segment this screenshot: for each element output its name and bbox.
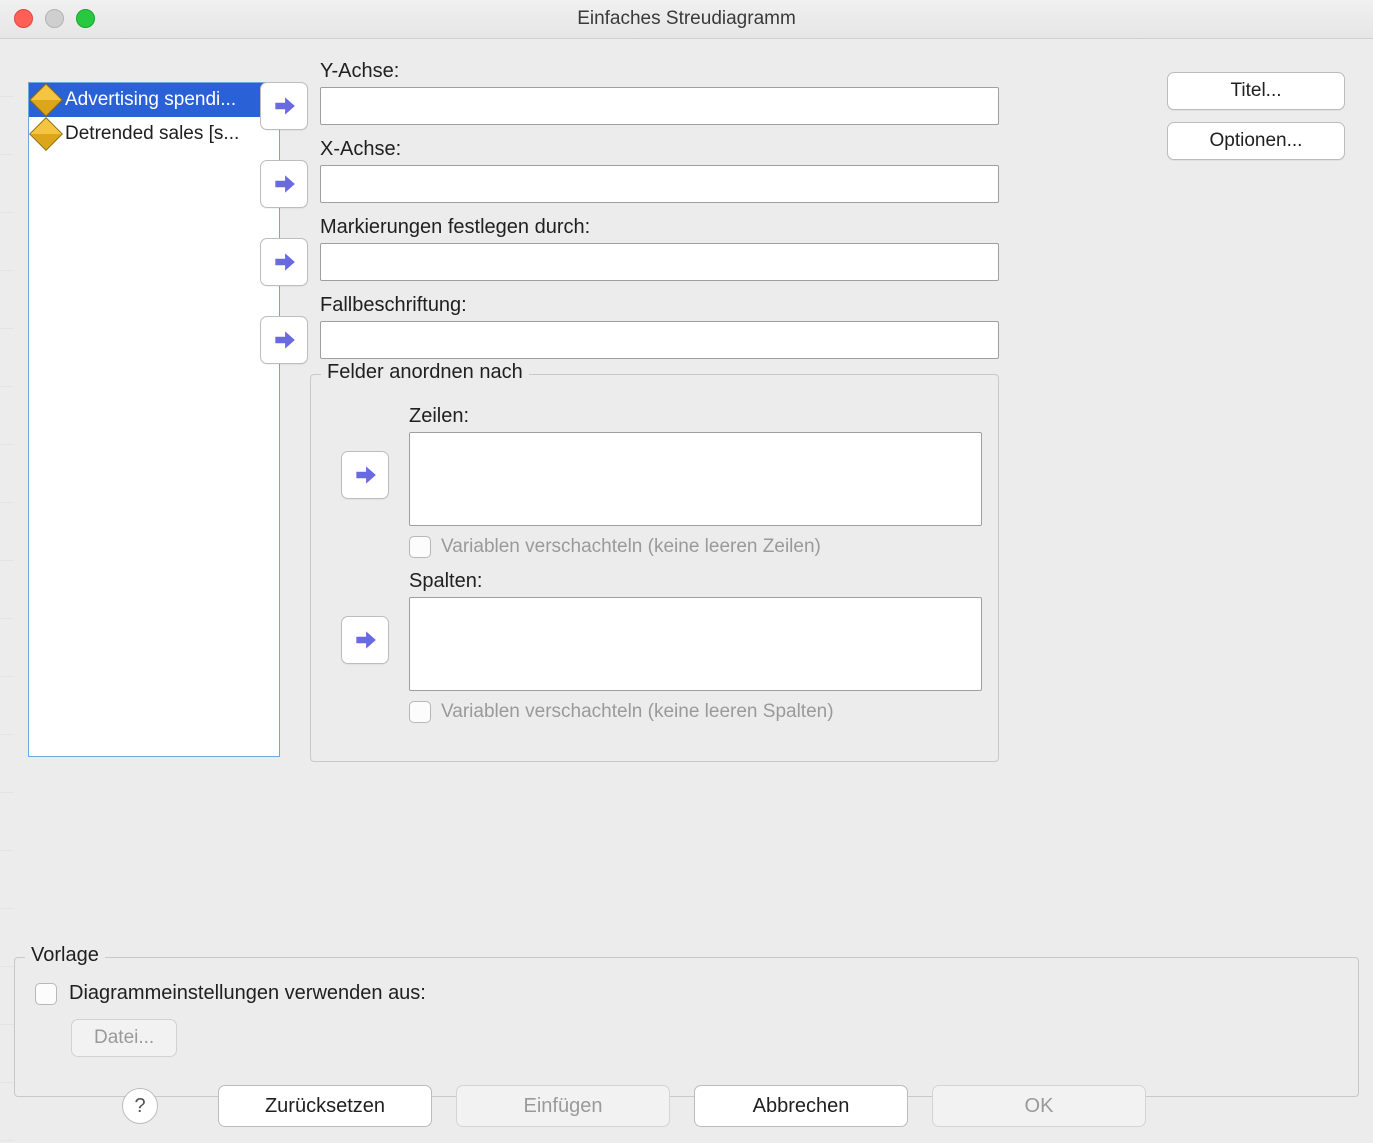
- paste-button-label: Einfügen: [524, 1095, 603, 1118]
- move-to-markers-button[interactable]: [260, 238, 308, 286]
- help-button[interactable]: ?: [122, 1088, 158, 1124]
- cancel-button-label: Abbrechen: [753, 1095, 850, 1118]
- template-file-button-label: Datei...: [94, 1027, 154, 1049]
- case-label-row: Fallbeschriftung:: [320, 294, 999, 359]
- arrow-right-icon: [352, 627, 378, 653]
- background-grid: [0, 38, 14, 1143]
- panel-cols-label: Spalten:: [409, 570, 982, 593]
- y-axis-field[interactable]: [320, 87, 999, 125]
- use-template-checkbox[interactable]: [35, 983, 57, 1005]
- panel-by-group-title: Felder anordnen nach: [321, 361, 529, 384]
- variable-label: Advertising spendi...: [65, 89, 236, 111]
- use-template-row: Diagrammeinstellungen verwenden aus:: [35, 982, 1338, 1005]
- move-to-panel-cols-button[interactable]: [341, 616, 389, 664]
- x-axis-label: X-Achse:: [320, 138, 999, 161]
- window-title: Einfaches Streudiagramm: [577, 8, 796, 29]
- variable-list-item[interactable]: Detrended sales [s...: [29, 117, 279, 151]
- reset-button-label: Zurücksetzen: [265, 1095, 385, 1118]
- arrow-right-icon: [271, 171, 297, 197]
- arrow-right-icon: [271, 93, 297, 119]
- move-to-y-axis-button[interactable]: [260, 82, 308, 130]
- nest-cols-checkbox-row: Variablen verschachteln (keine leeren Sp…: [409, 701, 982, 723]
- scale-variable-icon: [33, 87, 59, 113]
- arrow-right-icon: [352, 462, 378, 488]
- variable-label: Detrended sales [s...: [65, 123, 239, 145]
- variable-list[interactable]: Advertising spendi... Detrended sales [s…: [28, 82, 280, 757]
- move-to-case-label-button[interactable]: [260, 316, 308, 364]
- paste-button: Einfügen: [456, 1085, 670, 1127]
- nest-cols-checkbox: [409, 701, 431, 723]
- zoom-window-icon[interactable]: [76, 9, 95, 28]
- case-label-label: Fallbeschriftung:: [320, 294, 999, 317]
- panel-by-group: Felder anordnen nach Zeilen: Variablen v…: [310, 374, 999, 762]
- window-controls: [14, 9, 95, 28]
- dialog-window: Einfaches Streudiagramm Advertising spen…: [0, 0, 1373, 1143]
- titles-button[interactable]: Titel...: [1167, 72, 1345, 110]
- y-axis-row: Y-Achse:: [320, 60, 999, 125]
- set-markers-field[interactable]: [320, 243, 999, 281]
- scale-variable-icon: [33, 121, 59, 147]
- nest-rows-label: Variablen verschachteln (keine leeren Ze…: [441, 536, 821, 558]
- ok-button-label: OK: [1025, 1095, 1054, 1118]
- reset-button[interactable]: Zurücksetzen: [218, 1085, 432, 1127]
- panel-rows-row: Zeilen: Variablen verschachteln (keine l…: [327, 405, 982, 558]
- ok-button: OK: [932, 1085, 1146, 1127]
- set-markers-label: Markierungen festlegen durch:: [320, 216, 999, 239]
- dialog-button-bar: ? Zurücksetzen Einfügen Abbrechen OK: [0, 1085, 1373, 1127]
- move-to-panel-rows-button[interactable]: [341, 451, 389, 499]
- cancel-button[interactable]: Abbrechen: [694, 1085, 908, 1127]
- options-button[interactable]: Optionen...: [1167, 122, 1345, 160]
- panel-cols-field[interactable]: [409, 597, 982, 691]
- x-axis-row: X-Achse:: [320, 138, 999, 203]
- minimize-window-icon: [45, 9, 64, 28]
- titles-button-label: Titel...: [1230, 80, 1281, 102]
- case-label-field[interactable]: [320, 321, 999, 359]
- content-area: Advertising spendi... Detrended sales [s…: [14, 52, 1359, 927]
- nest-rows-checkbox-row: Variablen verschachteln (keine leeren Ze…: [409, 536, 982, 558]
- move-to-x-axis-button[interactable]: [260, 160, 308, 208]
- arrow-right-icon: [271, 249, 297, 275]
- y-axis-label: Y-Achse:: [320, 60, 999, 83]
- set-markers-row: Markierungen festlegen durch:: [320, 216, 999, 281]
- close-window-icon[interactable]: [14, 9, 33, 28]
- titlebar: Einfaches Streudiagramm: [0, 0, 1373, 39]
- panel-rows-label: Zeilen:: [409, 405, 982, 428]
- template-file-button: Datei...: [71, 1019, 177, 1057]
- template-group: Vorlage Diagrammeinstellungen verwenden …: [14, 957, 1359, 1097]
- help-icon: ?: [134, 1095, 145, 1118]
- template-group-title: Vorlage: [25, 944, 105, 967]
- use-template-label: Diagrammeinstellungen verwenden aus:: [69, 982, 426, 1005]
- options-button-label: Optionen...: [1210, 130, 1303, 152]
- nest-rows-checkbox: [409, 536, 431, 558]
- arrow-right-icon: [271, 327, 297, 353]
- x-axis-field[interactable]: [320, 165, 999, 203]
- panel-cols-row: Spalten: Variablen verschachteln (keine …: [327, 570, 982, 723]
- panel-rows-field[interactable]: [409, 432, 982, 526]
- variable-list-item[interactable]: Advertising spendi...: [29, 83, 279, 117]
- nest-cols-label: Variablen verschachteln (keine leeren Sp…: [441, 701, 834, 723]
